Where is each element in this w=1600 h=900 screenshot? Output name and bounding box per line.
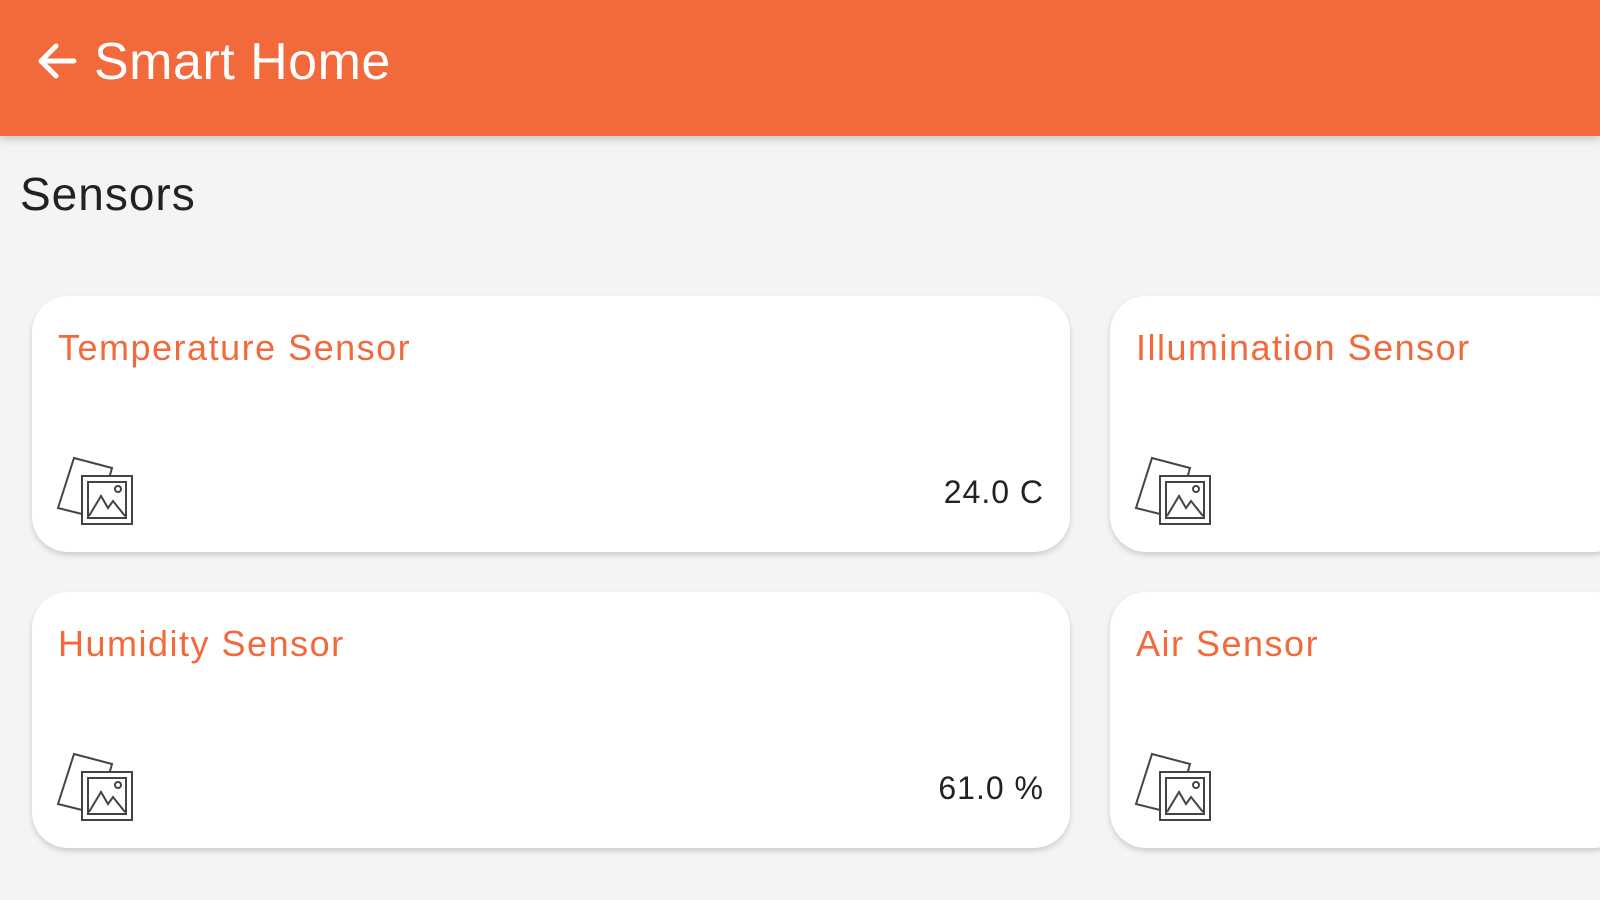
arrow-left-icon — [38, 43, 77, 79]
sensor-card-value: 24.0 C — [943, 474, 1044, 510]
sensor-card-air[interactable]: Air Sensor — [1110, 592, 1600, 848]
sensor-card-title: Air Sensor — [1136, 623, 1320, 664]
image-placeholder-icon — [56, 456, 133, 525]
sensor-card-humidity[interactable]: Humidity Sensor 61.0 % — [32, 592, 1070, 848]
sensor-card-title: Illumination Sensor — [1136, 327, 1471, 368]
app-title: Smart Home — [94, 33, 391, 91]
image-placeholder-icon — [1134, 752, 1211, 821]
sensor-card-title: Temperature Sensor — [58, 327, 412, 368]
app-bar: Smart Home — [0, 0, 1600, 136]
back-button[interactable] — [32, 36, 82, 86]
sensor-card-value: 61.0 % — [938, 770, 1044, 806]
image-placeholder-icon — [56, 752, 133, 821]
section-title: Sensors — [20, 168, 196, 220]
image-placeholder-icon — [1134, 456, 1211, 525]
sensor-card-temperature[interactable]: Temperature Sensor 24.0 C — [32, 296, 1070, 552]
sensor-card-title: Humidity Sensor — [58, 623, 345, 664]
sensor-card-illumination[interactable]: Illumination Sensor — [1110, 296, 1600, 552]
